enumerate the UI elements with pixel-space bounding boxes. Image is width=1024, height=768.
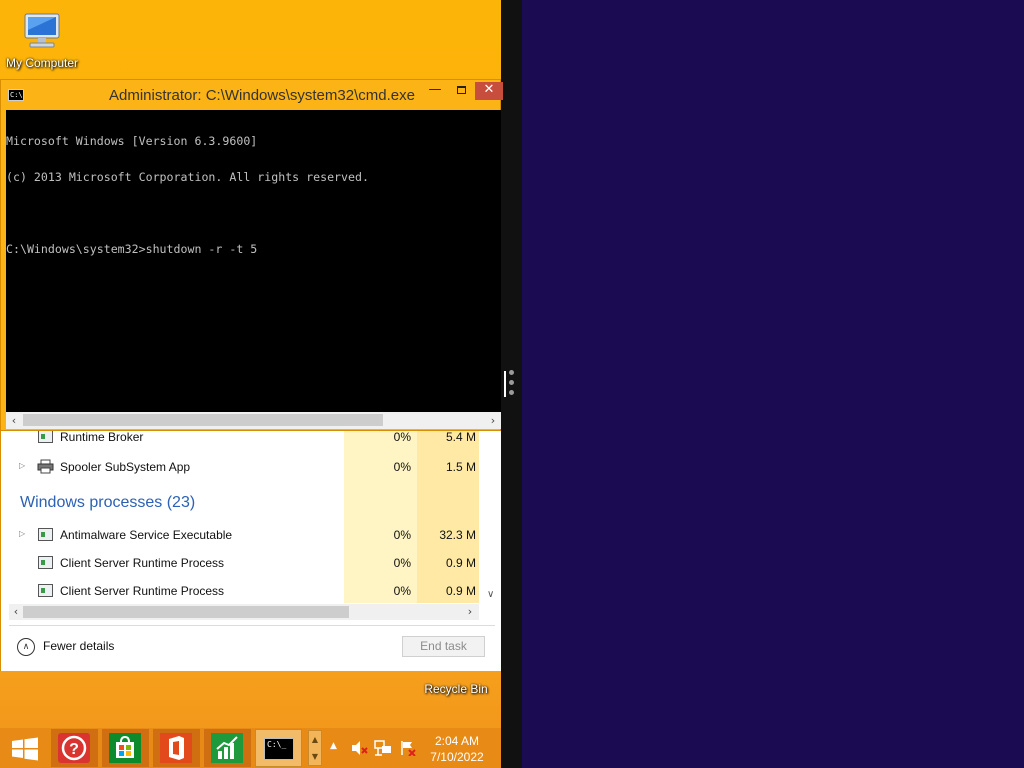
taskbar-finance-app[interactable] <box>204 729 251 767</box>
svg-text:?: ? <box>69 741 79 758</box>
process-row[interactable]: Runtime Broker 0% 5.4 M <box>9 431 479 451</box>
scroll-thumb[interactable] <box>23 606 349 618</box>
task-manager-footer: ∧ Fewer details End task <box>9 625 495 667</box>
process-row[interactable]: Client Server Runtime Process 0% 0.9 M <box>9 549 479 577</box>
desktop-right-pane <box>522 0 1024 768</box>
process-cpu: 0% <box>393 460 411 474</box>
process-cpu: 0% <box>393 528 411 542</box>
computer-icon <box>24 13 60 48</box>
help-icon: ? <box>58 733 90 763</box>
scroll-right-icon[interactable]: › <box>463 604 477 620</box>
maximize-icon <box>456 86 466 94</box>
task-manager-window: Runtime Broker 0% 5.4 M ▷ Spooler SubSys… <box>0 431 501 671</box>
fewer-details-link[interactable]: Fewer details <box>43 639 114 653</box>
scroll-left-icon[interactable]: ‹ <box>6 412 22 429</box>
process-row[interactable]: ▷ Antimalware Service Executable 0% 32.3… <box>9 521 479 549</box>
network-icon[interactable] <box>374 740 392 760</box>
process-name: Client Server Runtime Process <box>60 584 225 598</box>
splitter-handle[interactable] <box>507 368 516 400</box>
cmd-window-title: Administrator: C:\Windows\system32\cmd.e… <box>109 87 415 104</box>
volume-muted-icon[interactable] <box>350 740 368 760</box>
windows-start-icon[interactable] <box>10 737 40 761</box>
process-memory: 0.9 M <box>445 556 476 570</box>
process-row[interactable]: Client Server Runtime Process 0% 0.9 M <box>9 577 479 603</box>
process-cpu: 0% <box>393 584 411 598</box>
scroll-right-icon[interactable]: › <box>485 412 501 429</box>
process-name: Client Server Runtime Process <box>60 556 225 570</box>
chevron-up-icon[interactable]: ∧ <box>17 638 35 656</box>
taskbar-help-app[interactable]: ? <box>51 729 98 767</box>
finance-icon <box>211 733 243 763</box>
clock-time: 2:04 AM <box>434 734 480 748</box>
windows-processes-group-header[interactable]: Windows processes (23) <box>20 494 195 512</box>
end-task-button[interactable]: End task <box>402 636 485 657</box>
process-list[interactable]: Runtime Broker 0% 5.4 M ▷ Spooler SubSys… <box>9 431 493 603</box>
action-center-flag-icon[interactable] <box>399 740 417 760</box>
process-list-horizontal-scrollbar[interactable]: ‹ › <box>9 604 479 620</box>
process-name: Spooler SubSystem App <box>60 460 191 474</box>
process-icon <box>38 584 53 597</box>
my-computer-label: My Computer <box>5 56 79 70</box>
maximize-button[interactable] <box>447 82 475 100</box>
taskbar-store-app[interactable] <box>102 729 149 767</box>
scroll-left-icon[interactable]: ‹ <box>9 604 23 620</box>
cmd-horizontal-scrollbar[interactable]: ‹ › <box>6 412 501 429</box>
process-memory: 0.9 M <box>445 584 476 598</box>
cmd-window[interactable]: C:\ Administrator: C:\Windows\system32\c… <box>0 79 503 431</box>
expand-arrow-icon[interactable]: ▷ <box>19 461 25 470</box>
taskbar-office-app[interactable] <box>153 729 200 767</box>
expand-arrow-icon[interactable]: ▷ <box>19 529 25 538</box>
cmd-titlebar[interactable]: C:\ Administrator: C:\Windows\system32\c… <box>1 80 503 110</box>
scroll-thumb[interactable] <box>23 414 383 426</box>
process-memory: 32.3 M <box>439 528 476 542</box>
scroll-down-icon[interactable]: ∨ <box>487 589 493 600</box>
process-cpu: 0% <box>393 556 411 570</box>
process-memory: 5.4 M <box>445 431 476 444</box>
console-line: Microsoft Windows [Version 6.3.9600] <box>6 134 258 148</box>
taskbar-clock[interactable]: 2:04 AM 7/10/2022 <box>426 733 488 765</box>
splitter-bar <box>504 371 506 397</box>
process-name: Antimalware Service Executable <box>60 528 233 542</box>
taskbar-cmd-app[interactable]: C:\_ <box>255 729 302 767</box>
process-row[interactable]: ▷ Spooler SubSystem App 0% 1.5 M <box>9 453 479 481</box>
console-line: C:\Windows\system32>shutdown -r -t 5 <box>6 242 258 256</box>
recycle-bin-desktop-label[interactable]: Recycle Bin <box>420 682 492 696</box>
taskbar-overflow-button[interactable]: ▲ ▼ <box>308 730 322 766</box>
cmd-icon: C:\ <box>8 89 24 101</box>
my-computer-desktop-icon[interactable]: My Computer <box>2 10 82 70</box>
close-button[interactable]: ✕ <box>475 82 503 100</box>
printer-icon <box>37 459 54 474</box>
minimize-button[interactable]: — <box>421 82 449 100</box>
cmd-console[interactable]: Microsoft Windows [Version 6.3.9600] (c)… <box>6 110 501 412</box>
store-icon <box>109 733 141 763</box>
console-line: (c) 2013 Microsoft Corporation. All righ… <box>6 170 369 184</box>
process-cpu: 0% <box>393 431 411 444</box>
process-name: Runtime Broker <box>60 431 144 444</box>
process-memory: 1.5 M <box>445 460 476 474</box>
cmd-icon: C:\_ <box>264 738 294 760</box>
process-icon <box>38 431 53 443</box>
clock-date: 7/10/2022 <box>430 750 484 764</box>
show-hidden-icons-icon[interactable]: ▲ <box>330 741 337 751</box>
process-icon <box>38 556 53 569</box>
process-icon <box>38 528 53 541</box>
taskbar: ? C:\_ ▲ ▼ ▲ 2:04 AM 7/10/2022 <box>0 728 501 768</box>
office-icon <box>160 733 192 763</box>
